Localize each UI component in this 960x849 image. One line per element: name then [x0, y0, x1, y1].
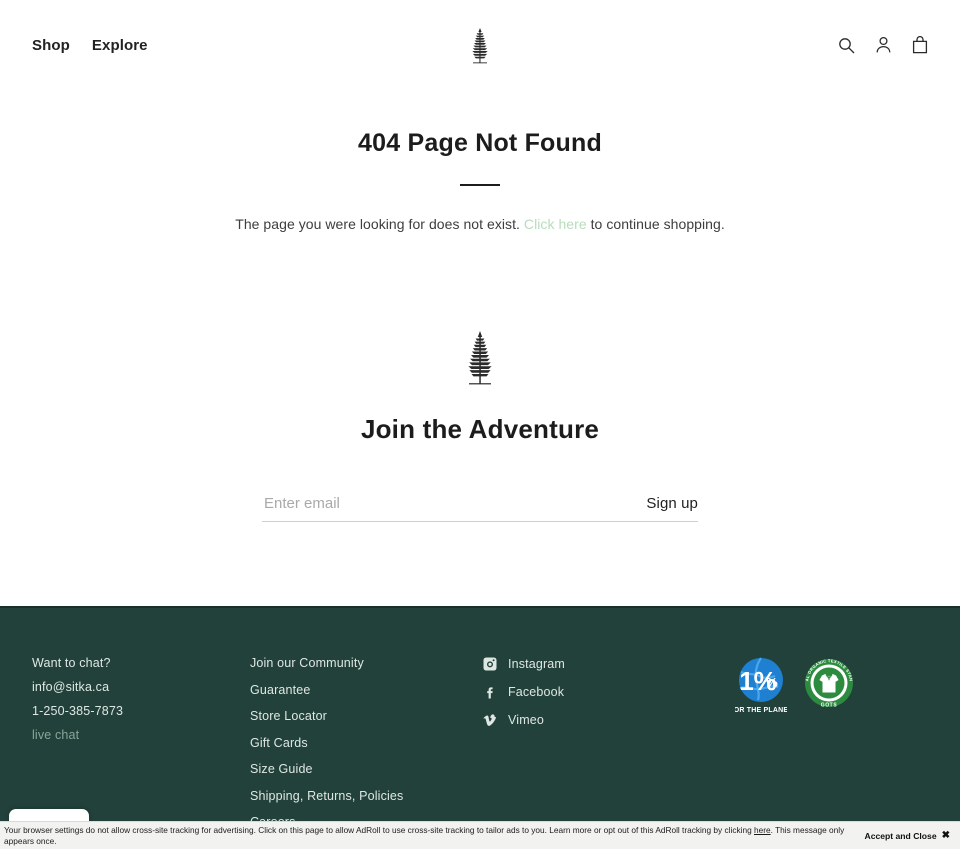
cart-icon[interactable]: [910, 34, 930, 56]
search-icon[interactable]: [836, 34, 856, 56]
newsletter-logo: [0, 328, 960, 390]
instagram-icon: [482, 656, 497, 671]
site-logo[interactable]: [462, 24, 498, 68]
social-label-facebook: Facebook: [508, 684, 565, 699]
footer-link-guarantee[interactable]: Guarantee: [250, 683, 482, 697]
error-message-after: to continue shopping.: [586, 216, 725, 232]
footer-link-store-locator[interactable]: Store Locator: [250, 709, 482, 723]
social-label-instagram: Instagram: [508, 656, 565, 671]
facebook-icon: [482, 684, 497, 699]
footer-email-link[interactable]: info@sitka.ca: [32, 680, 250, 694]
badge-caption: FOR THE PLANET: [735, 707, 787, 714]
email-input[interactable]: [262, 495, 647, 514]
continue-shopping-link[interactable]: Click here: [524, 216, 587, 232]
footer-links-column: Join our Community Guarantee Store Locat…: [250, 656, 482, 842]
nav-link-explore[interactable]: Explore: [92, 37, 148, 54]
sitka-tree-logo-icon: [468, 331, 492, 385]
sitka-tree-logo-icon: [472, 28, 488, 64]
newsletter-submit-button[interactable]: Sign up: [646, 495, 698, 514]
accept-and-close-button[interactable]: Accept and Close: [864, 831, 936, 841]
svg-text:%: %: [766, 675, 778, 690]
footer-link-gift-cards[interactable]: Gift Cards: [250, 736, 482, 750]
vimeo-icon: [482, 712, 497, 727]
footer-link-shipping-returns-policies[interactable]: Shipping, Returns, Policies: [250, 789, 482, 803]
newsletter-heading: Join the Adventure: [360, 414, 600, 444]
footer-link-join-our-community[interactable]: Join our Community: [250, 656, 482, 670]
cookie-consent-banner: Your browser settings do not allow cross…: [0, 821, 960, 849]
error-message-before: The page you were looking for does not e…: [235, 216, 524, 232]
cookie-optout-link[interactable]: here: [754, 825, 771, 835]
social-link-facebook[interactable]: Facebook: [482, 684, 728, 699]
gots-organic-textile-badge[interactable]: GLOBAL ORGANIC TEXTILE STANDARD GOTS: [801, 652, 855, 719]
newsletter-section: Join the Adventure Sign up: [0, 232, 960, 522]
error-message: The page you were looking for does not e…: [0, 216, 960, 232]
social-link-instagram[interactable]: Instagram: [482, 656, 728, 671]
close-icon[interactable]: ✖: [942, 830, 950, 841]
nav-link-shop[interactable]: Shop: [32, 37, 70, 54]
footer-social-column: Instagram Facebook Vimeo: [482, 656, 728, 842]
badge-title: GOTS: [821, 703, 838, 709]
error-page-main: 404 Page Not Found The page you were loo…: [0, 91, 960, 232]
social-label-vimeo: Vimeo: [508, 712, 544, 727]
footer-live-chat-link[interactable]: live chat: [32, 728, 250, 742]
newsletter-form: Sign up: [262, 495, 698, 522]
one-percent-for-the-planet-badge[interactable]: 1% % FOR THE PLANET: [729, 656, 793, 721]
account-icon[interactable]: [873, 34, 893, 56]
cookie-text-before: Your browser settings do not allow cross…: [4, 824, 754, 835]
footer-link-size-guide[interactable]: Size Guide: [250, 762, 482, 776]
footer-phone-link[interactable]: 1-250-385-7873: [32, 704, 250, 718]
header-actions: [836, 34, 930, 56]
site-footer: Want to chat? info@sitka.ca 1-250-385-78…: [0, 606, 960, 849]
primary-nav: Shop Explore: [0, 37, 148, 54]
social-link-vimeo[interactable]: Vimeo: [482, 712, 728, 727]
site-header: Shop Explore: [0, 0, 960, 91]
cookie-banner-text: Your browser settings do not allow cross…: [4, 825, 864, 846]
page-title: 404 Page Not Found: [358, 129, 602, 157]
footer-badges: 1% % FOR THE PLANET GLOBAL ORGANIC TEXTI…: [729, 652, 855, 721]
footer-chat-prompt: Want to chat?: [32, 656, 111, 670]
title-divider: [460, 184, 500, 186]
